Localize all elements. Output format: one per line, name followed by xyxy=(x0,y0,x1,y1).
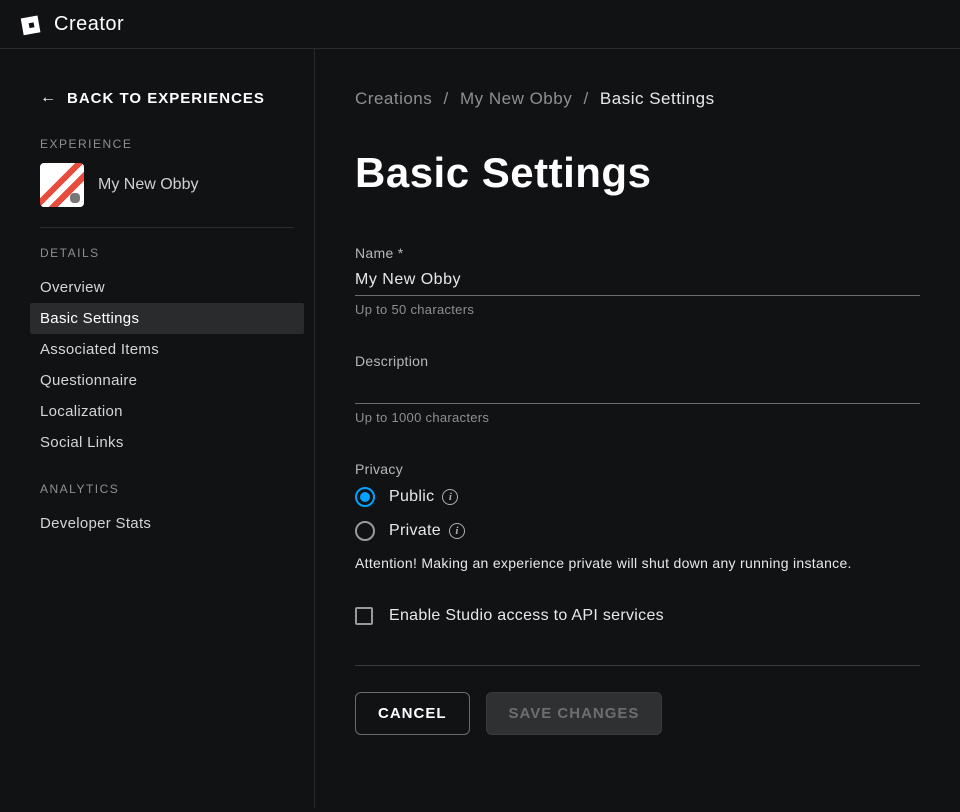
main-content: Creations / My New Obby / Basic Settings… xyxy=(315,49,960,808)
creator-logo-icon xyxy=(20,12,44,36)
privacy-field-group: Privacy Public i Private i Attention! Ma… xyxy=(355,461,920,571)
description-input[interactable] xyxy=(355,375,920,404)
privacy-private-radio[interactable]: Private i xyxy=(355,521,920,541)
experience-thumbnail xyxy=(40,163,84,207)
sidebar: ← BACK TO EXPERIENCES EXPERIENCE My New … xyxy=(0,49,315,808)
breadcrumb-experience[interactable]: My New Obby xyxy=(460,89,572,108)
breadcrumb-current: Basic Settings xyxy=(600,89,715,108)
sidebar-item-questionnaire[interactable]: Questionnaire xyxy=(30,365,304,396)
sidebar-item-localization[interactable]: Localization xyxy=(30,396,304,427)
name-helper: Up to 50 characters xyxy=(355,302,920,317)
name-input[interactable] xyxy=(355,267,920,296)
description-helper: Up to 1000 characters xyxy=(355,410,920,425)
description-label: Description xyxy=(355,353,920,369)
name-label: Name * xyxy=(355,245,920,261)
privacy-public-label: Public xyxy=(389,488,434,506)
privacy-warning: Attention! Making an experience private … xyxy=(355,555,920,571)
experience-name: My New Obby xyxy=(98,176,198,194)
sidebar-item-basic-settings[interactable]: Basic Settings xyxy=(30,303,304,334)
api-access-label: Enable Studio access to API services xyxy=(389,607,664,625)
analytics-section-label: ANALYTICS xyxy=(40,482,294,496)
api-access-checkbox[interactable]: Enable Studio access to API services xyxy=(355,607,920,625)
info-icon[interactable]: i xyxy=(449,523,465,539)
radio-icon xyxy=(355,487,375,507)
description-field-group: Description Up to 1000 characters xyxy=(355,353,920,425)
breadcrumb-separator: / xyxy=(444,89,449,108)
privacy-private-label: Private xyxy=(389,522,441,540)
name-field-group: Name * Up to 50 characters xyxy=(355,245,920,317)
page-title: Basic Settings xyxy=(355,149,920,197)
breadcrumb: Creations / My New Obby / Basic Settings xyxy=(355,89,920,109)
sidebar-item-associated-items[interactable]: Associated Items xyxy=(30,334,304,365)
sidebar-divider xyxy=(40,227,294,228)
checkbox-icon xyxy=(355,607,373,625)
sidebar-item-developer-stats[interactable]: Developer Stats xyxy=(30,508,304,539)
sidebar-item-social-links[interactable]: Social Links xyxy=(30,427,304,458)
app-header: Creator xyxy=(0,0,960,49)
details-nav-group: DETAILS Overview Basic Settings Associat… xyxy=(40,246,294,458)
save-changes-button[interactable]: SAVE CHANGES xyxy=(486,692,663,735)
breadcrumb-creations[interactable]: Creations xyxy=(355,89,432,108)
back-label: BACK TO EXPERIENCES xyxy=(67,90,265,107)
experience-row[interactable]: My New Obby xyxy=(40,163,294,207)
details-section-label: DETAILS xyxy=(40,246,294,260)
breadcrumb-separator: / xyxy=(583,89,588,108)
back-to-experiences-link[interactable]: ← BACK TO EXPERIENCES xyxy=(40,89,294,107)
radio-icon xyxy=(355,521,375,541)
privacy-public-radio[interactable]: Public i xyxy=(355,487,920,507)
analytics-nav-group: ANALYTICS Developer Stats xyxy=(40,482,294,539)
button-row: CANCEL SAVE CHANGES xyxy=(355,692,920,735)
info-icon[interactable]: i xyxy=(442,489,458,505)
privacy-label: Privacy xyxy=(355,461,920,477)
experience-section-label: EXPERIENCE xyxy=(40,137,294,151)
arrow-left-icon: ← xyxy=(40,89,57,107)
cancel-button[interactable]: CANCEL xyxy=(355,692,470,735)
content-divider xyxy=(355,665,920,666)
sidebar-item-overview[interactable]: Overview xyxy=(30,272,304,303)
creator-logo-text: Creator xyxy=(54,13,124,36)
